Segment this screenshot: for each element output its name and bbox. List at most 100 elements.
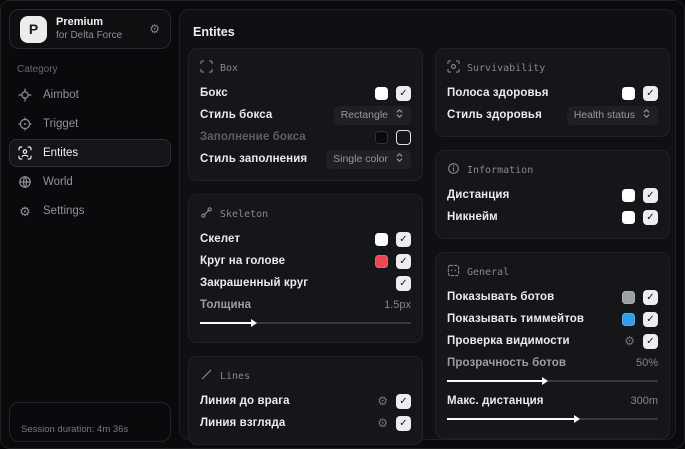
box-style-dropdown[interactable]: Rectangle bbox=[333, 105, 411, 125]
gear-icon: ⚙ bbox=[19, 203, 31, 219]
setting-row: Линия до врага ⚙ bbox=[200, 390, 411, 412]
checkbox[interactable] bbox=[643, 311, 658, 327]
setting-row: Толщина 1.5px bbox=[200, 299, 411, 311]
right-column: Survivability Полоса здоровья Стиль здор… bbox=[435, 48, 670, 439]
color-swatch[interactable] bbox=[375, 254, 388, 268]
chevron-up-down-icon bbox=[395, 152, 404, 166]
checkbox[interactable] bbox=[396, 253, 411, 269]
checkbox[interactable] bbox=[396, 393, 411, 409]
section-title: Survivability bbox=[467, 62, 546, 74]
checkbox[interactable] bbox=[396, 85, 411, 101]
setting-row: Полоса здоровья bbox=[447, 82, 658, 104]
checkbox[interactable] bbox=[396, 415, 411, 431]
thickness-slider[interactable] bbox=[200, 317, 411, 329]
checkbox[interactable] bbox=[643, 209, 658, 225]
sidebar-item-label: Trigget bbox=[43, 118, 79, 130]
info-icon bbox=[447, 162, 460, 178]
checkbox[interactable] bbox=[396, 129, 411, 145]
setting-row: Дистанция bbox=[447, 184, 658, 206]
chevron-up-down-icon bbox=[642, 108, 651, 122]
max-distance-slider[interactable] bbox=[447, 413, 658, 425]
section-title: General bbox=[467, 266, 510, 278]
target-icon bbox=[18, 117, 32, 131]
section-survivability: Survivability Полоса здоровья Стиль здор… bbox=[435, 48, 670, 137]
setting-row: Стиль бокса Rectangle bbox=[200, 104, 411, 126]
sidebar-item-world[interactable]: World bbox=[9, 168, 171, 196]
setting-row: Никнейм bbox=[447, 206, 658, 228]
section-title: Box bbox=[220, 62, 239, 74]
grid-icon bbox=[447, 264, 460, 280]
user-scan-icon bbox=[18, 146, 32, 160]
color-swatch[interactable] bbox=[622, 290, 635, 304]
setting-row: Закрашенный круг bbox=[200, 272, 411, 294]
page-title: Entites bbox=[193, 25, 235, 39]
health-style-dropdown[interactable]: Health status bbox=[566, 105, 658, 125]
gear-icon[interactable]: ⚙ bbox=[377, 417, 388, 429]
sidebar-item-trigget[interactable]: Trigget bbox=[9, 110, 171, 138]
main-panel: Entites Box Бокс ✓ Стиль бокса Rectangle… bbox=[179, 9, 676, 445]
setting-row: Макс. дистанция 300m bbox=[447, 395, 658, 407]
checkbox[interactable] bbox=[396, 275, 411, 291]
color-swatch[interactable] bbox=[622, 86, 635, 100]
color-swatch[interactable] bbox=[375, 130, 388, 144]
crosshair-icon bbox=[18, 88, 32, 102]
setting-row: Показывать тиммейтов bbox=[447, 308, 658, 330]
setting-row: Показывать ботов bbox=[447, 286, 658, 308]
setting-row: Проверка видимости ⚙ bbox=[447, 330, 658, 352]
gear-icon[interactable]: ⚙ bbox=[377, 395, 388, 407]
checkbox[interactable] bbox=[643, 187, 658, 203]
checkbox[interactable] bbox=[396, 231, 411, 247]
checkbox[interactable] bbox=[643, 289, 658, 305]
fill-style-dropdown[interactable]: Single color bbox=[326, 149, 411, 169]
sidebar-item-settings[interactable]: ⚙ Settings bbox=[9, 197, 171, 225]
sidebar-item-entites[interactable]: Entites bbox=[9, 139, 171, 167]
left-column: Box Бокс Стиль бокса Rectangle bbox=[188, 48, 423, 445]
section-title: Lines bbox=[220, 370, 251, 382]
section-information: Information Дистанция Никнейм bbox=[435, 150, 670, 239]
color-swatch[interactable] bbox=[622, 312, 635, 326]
setting-row: Стиль заполнения Single color bbox=[200, 148, 411, 170]
sidebar-item-label: Aimbot bbox=[43, 89, 79, 101]
session-duration-card: Session duration: 4m 36s bbox=[9, 402, 171, 442]
app-logo: P bbox=[20, 15, 47, 43]
section-title: Information bbox=[467, 164, 534, 176]
section-title: Skeleton bbox=[220, 208, 269, 220]
sidebar-nav: Aimbot Trigget Entites World ⚙ Settings bbox=[9, 81, 171, 225]
color-swatch[interactable] bbox=[375, 232, 388, 246]
sidebar-item-label: Entites bbox=[43, 147, 79, 159]
setting-row: Прозрачность ботов 50% bbox=[447, 357, 658, 369]
gear-icon[interactable]: ⚙ bbox=[624, 335, 635, 347]
slider-value: 1.5px bbox=[384, 299, 411, 311]
checkbox[interactable] bbox=[643, 85, 658, 101]
license-gear-icon[interactable]: ⚙ bbox=[149, 23, 160, 35]
line-icon bbox=[200, 368, 213, 384]
box-icon bbox=[200, 60, 213, 76]
setting-row: Круг на голове bbox=[200, 250, 411, 272]
color-swatch[interactable] bbox=[375, 86, 388, 100]
section-skeleton: Skeleton Скелет Круг на голове bbox=[188, 194, 423, 343]
setting-row: Скелет bbox=[200, 228, 411, 250]
sidebar-item-label: Settings bbox=[43, 205, 85, 217]
checkbox[interactable] bbox=[643, 333, 658, 349]
setting-row: Линия взгляда ⚙ bbox=[200, 412, 411, 434]
section-lines: Lines Линия до врага ⚙ Линия взгляда ⚙ bbox=[188, 356, 423, 445]
bone-icon bbox=[200, 206, 213, 222]
bot-opacity-slider[interactable] bbox=[447, 375, 658, 387]
app-subtitle: for Delta Force bbox=[56, 29, 123, 41]
sidebar-item-aimbot[interactable]: Aimbot bbox=[9, 81, 171, 109]
slider-value: 50% bbox=[635, 357, 658, 369]
chevron-up-down-icon bbox=[395, 108, 404, 122]
setting-row: Стиль здоровья Health status bbox=[447, 104, 658, 126]
setting-row: Бокс bbox=[200, 82, 411, 104]
color-swatch[interactable] bbox=[622, 188, 635, 202]
category-label: Category bbox=[17, 64, 58, 75]
slider-value: 300m bbox=[630, 395, 658, 407]
globe-icon bbox=[18, 175, 32, 189]
sidebar: P Premium for Delta Force ⚙ Category Aim… bbox=[1, 1, 179, 448]
section-general: General Показывать ботов Показывать тимм… bbox=[435, 252, 670, 439]
session-duration-label: Session duration: 4m 36s bbox=[21, 424, 129, 435]
scan-circle-icon bbox=[447, 60, 460, 76]
license-card: P Premium for Delta Force ⚙ bbox=[9, 9, 171, 49]
app-title: Premium bbox=[56, 15, 104, 28]
color-swatch[interactable] bbox=[622, 210, 635, 224]
